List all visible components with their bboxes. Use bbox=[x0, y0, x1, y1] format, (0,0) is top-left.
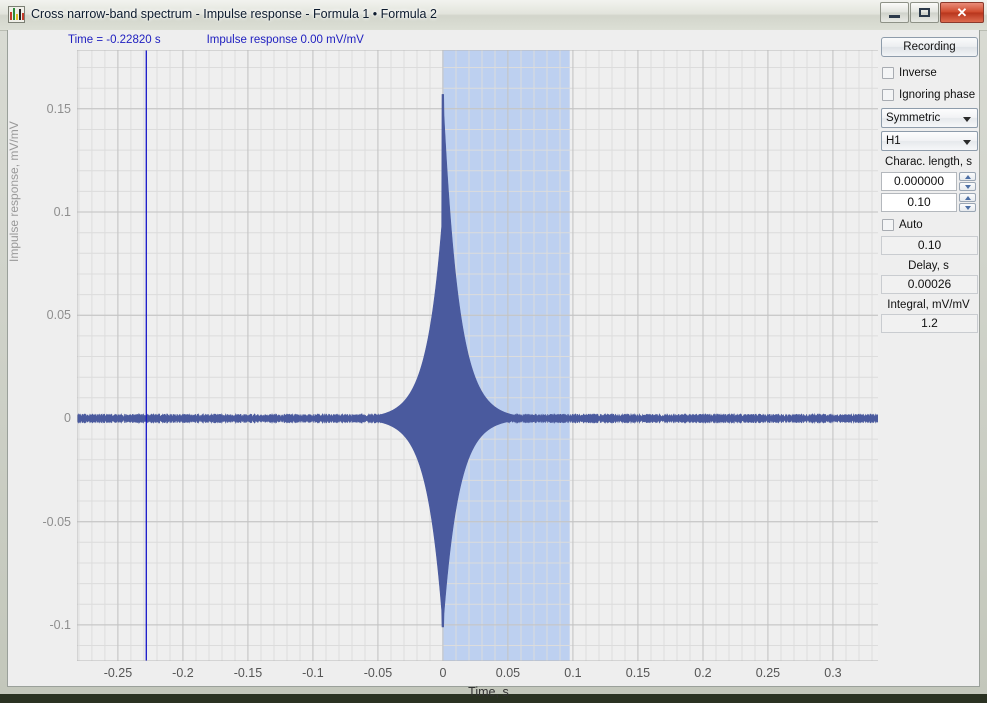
charac-length-label: Charac. length, s bbox=[885, 156, 972, 168]
x-tick-label: 0.05 bbox=[495, 666, 521, 680]
auto-checkbox-row[interactable]: Auto bbox=[882, 215, 976, 235]
stepper-down[interactable] bbox=[959, 182, 976, 191]
stepper-down[interactable] bbox=[959, 203, 976, 212]
x-tick-label: 0.3 bbox=[824, 666, 842, 680]
integral-label: Integral, mV/mV bbox=[887, 299, 970, 311]
auto-label: Auto bbox=[899, 219, 923, 231]
y-tick-label: 0 bbox=[64, 411, 71, 426]
ignoring-phase-checkbox[interactable] bbox=[882, 89, 894, 101]
spectrum-icon bbox=[8, 6, 25, 23]
charac-length-row: 0.000000 bbox=[881, 171, 976, 192]
channel-dropdown[interactable]: H1 bbox=[881, 131, 978, 151]
y-tick-label: -0.05 bbox=[42, 514, 72, 529]
stepper-up[interactable] bbox=[959, 172, 976, 181]
arrow-up-icon bbox=[964, 174, 971, 179]
application-window: Cross narrow-band spectrum - Impulse res… bbox=[0, 0, 987, 699]
client-area: Time = -0.22820 s Impulse response 0.00 m… bbox=[7, 30, 980, 699]
x-tick-label: 0.2 bbox=[694, 666, 712, 680]
minimize-button[interactable] bbox=[880, 2, 909, 23]
readout-time: Time = -0.22820 s bbox=[68, 34, 161, 46]
inverse-checkbox[interactable] bbox=[882, 67, 894, 79]
auto-checkbox[interactable] bbox=[882, 219, 894, 231]
arrow-up-icon bbox=[964, 195, 971, 200]
x-tick-label: 0.25 bbox=[755, 666, 781, 680]
x-tick-label: 0.15 bbox=[625, 666, 651, 680]
minimize-icon bbox=[889, 14, 900, 18]
charac-length-step-input[interactable]: 0.10 bbox=[881, 193, 957, 212]
symmetry-dropdown[interactable]: Symmetric bbox=[881, 108, 978, 128]
charac-length-step-stepper[interactable] bbox=[959, 193, 976, 212]
x-tick-label: -0.25 bbox=[103, 666, 133, 680]
channel-value: H1 bbox=[886, 135, 901, 147]
inverse-checkbox-row[interactable]: Inverse bbox=[882, 63, 976, 83]
stepper-up[interactable] bbox=[959, 193, 976, 202]
window-title: Cross narrow-band spectrum - Impulse res… bbox=[31, 7, 437, 21]
ignoring-phase-label: Ignoring phase bbox=[899, 89, 976, 101]
auto-value: 0.10 bbox=[881, 236, 978, 255]
x-tick-label: -0.2 bbox=[172, 666, 194, 680]
window-controls: ✕ bbox=[880, 2, 984, 23]
x-tick-label: -0.15 bbox=[233, 666, 263, 680]
y-tick-label: 0.15 bbox=[46, 101, 71, 116]
title-bar[interactable]: Cross narrow-band spectrum - Impulse res… bbox=[0, 0, 987, 31]
chevron-down-icon bbox=[963, 140, 971, 145]
y-tick-label: 0.05 bbox=[46, 308, 71, 323]
x-tick-label: 0 bbox=[439, 666, 447, 680]
plot-area[interactable]: -0.1 -0.05 0 0.05 0.1 0.15 -0.25 -0.2 -0.15 -0.1… bbox=[43, 50, 883, 699]
control-panel: Recording Inverse Ignoring phase Symmetr… bbox=[878, 30, 979, 685]
chevron-down-icon bbox=[963, 117, 971, 122]
charac-length-input[interactable]: 0.000000 bbox=[881, 172, 957, 191]
delay-value: 0.00026 bbox=[881, 275, 978, 294]
integral-value: 1.2 bbox=[881, 314, 978, 333]
symmetry-value: Symmetric bbox=[886, 112, 941, 124]
charac-length-stepper[interactable] bbox=[959, 172, 976, 191]
close-icon: ✕ bbox=[956, 4, 968, 20]
cursor-readout: Time = -0.22820 s Impulse response 0.00 m… bbox=[68, 34, 364, 46]
charac-length-step-row: 0.10 bbox=[881, 192, 976, 213]
y-tick-label: 0.1 bbox=[53, 205, 71, 220]
x-tick-label: -0.1 bbox=[302, 666, 324, 680]
y-axis-label: Impulse response, mV/mV bbox=[7, 121, 21, 262]
ignoring-phase-checkbox-row[interactable]: Ignoring phase bbox=[882, 85, 976, 105]
arrow-down-icon bbox=[964, 184, 971, 189]
maximize-button[interactable] bbox=[910, 2, 939, 23]
close-button[interactable]: ✕ bbox=[940, 2, 984, 23]
x-tick-label: 0.1 bbox=[564, 666, 582, 680]
arrow-down-icon bbox=[964, 205, 971, 210]
y-tick-label: -0.1 bbox=[49, 617, 71, 632]
readout-value: Impulse response 0.00 mV/mV bbox=[206, 34, 364, 46]
inverse-label: Inverse bbox=[899, 67, 937, 79]
maximize-icon bbox=[919, 8, 930, 17]
x-axis-label: Time, s bbox=[468, 685, 509, 699]
recording-button[interactable]: Recording bbox=[881, 37, 978, 57]
chart-svg bbox=[77, 50, 883, 661]
chart-panel: Time = -0.22820 s Impulse response 0.00 m… bbox=[7, 30, 883, 699]
delay-label: Delay, s bbox=[908, 260, 949, 272]
x-tick-label: -0.05 bbox=[363, 666, 393, 680]
